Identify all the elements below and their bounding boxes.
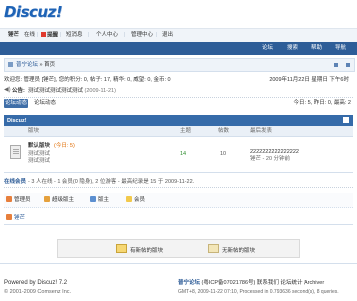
alert-icon bbox=[41, 32, 46, 37]
last-post-author[interactable]: 锤芒 - 20 分钟前 bbox=[250, 156, 290, 163]
user-group-legend: 管理员 超级版主 版主 会员 bbox=[4, 193, 353, 208]
announcement-link[interactable]: 测试测试测试测试测试 bbox=[28, 88, 83, 94]
site-name-link[interactable]: 普宁论坛 bbox=[178, 280, 200, 286]
legend-new-posts: 有新帖的版块 bbox=[130, 248, 164, 254]
contact-link[interactable]: 联系我们 bbox=[257, 280, 279, 286]
stats-link[interactable]: 论坛统计 bbox=[280, 280, 302, 286]
col-posts: 帖数 bbox=[218, 128, 230, 134]
new-posts-folder-icon bbox=[116, 244, 127, 253]
forum-category-header: Discuz! bbox=[4, 115, 353, 126]
welcome-text: 欢迎您: 管理员 [锤芒], 您的积分: 0, 帖子: 17, 精华: 0, 威… bbox=[4, 77, 171, 83]
legend-no-new-posts: 无新帖的版块 bbox=[222, 248, 256, 254]
home-icon[interactable] bbox=[8, 62, 13, 67]
collapse-icon[interactable] bbox=[343, 117, 349, 123]
breadcrumb-current: 首页 bbox=[44, 61, 56, 68]
main-nav: 论坛 搜索 帮助 导航 bbox=[0, 42, 357, 55]
nav-forum[interactable]: 论坛 bbox=[262, 45, 273, 52]
admin-icon bbox=[6, 214, 12, 220]
moderator-icon bbox=[90, 196, 96, 202]
forum-activity-link[interactable]: 论坛动态 bbox=[34, 100, 56, 107]
category-title[interactable]: Discuz! bbox=[7, 118, 27, 125]
announcement-bar: ◀) 公告: 测试测试测试测试测试 (2009-11-21) bbox=[4, 86, 353, 98]
powered-by[interactable]: Powered by Discuz! 7.2 bbox=[4, 280, 67, 287]
divider: | bbox=[88, 32, 90, 38]
online-summary: - 3 人在线 - 1 会员(0 隐身), 2 位游客 - 最高纪录是 15 于… bbox=[28, 179, 195, 185]
divider: | bbox=[60, 32, 62, 38]
group-member: 会员 bbox=[126, 196, 145, 204]
breadcrumb: 普宁论坛 » 首页 bbox=[4, 58, 355, 72]
user-center-link[interactable]: 个人中心 bbox=[96, 32, 118, 39]
table-header-row: 版块 主题 帖数 最后发表 bbox=[4, 126, 353, 137]
sms-link[interactable]: 短消息 bbox=[66, 32, 83, 39]
online-status[interactable]: 在线 bbox=[24, 32, 35, 39]
discuz-logo[interactable]: Discuz! bbox=[4, 3, 63, 21]
col-forum: 版块 bbox=[28, 128, 40, 134]
divider: | bbox=[37, 32, 39, 38]
copyright: © 2001-2009 Comsenz Inc. bbox=[4, 289, 72, 295]
current-datetime: 2009年11月22日 星期日 下午6时 bbox=[269, 77, 349, 83]
group-super-mod: 超级版主 bbox=[44, 196, 74, 204]
divider: | bbox=[124, 32, 126, 38]
col-topics: 主题 bbox=[180, 128, 192, 134]
forum-status-icon bbox=[10, 145, 21, 159]
online-title[interactable]: 在线会员 bbox=[4, 179, 26, 186]
alert-link[interactable]: 提醒 bbox=[41, 32, 58, 39]
last-post-title[interactable]: 2222222222222222 bbox=[250, 149, 299, 156]
table-row: 默认版块 (今日: 5) 测试测试 测试测试 14 10 22222222222… bbox=[4, 137, 353, 173]
forum-desc: 测试测试 bbox=[28, 158, 51, 164]
online-members-header: 在线会员 - 3 人在线 - 1 会员(0 隐身), 2 位游客 - 最高纪录是… bbox=[4, 177, 353, 188]
member-icon bbox=[126, 196, 132, 202]
forum-today-count: (今日: 5) bbox=[54, 143, 75, 149]
no-new-posts-folder-icon bbox=[208, 244, 219, 253]
nav-help[interactable]: 帮助 bbox=[311, 45, 322, 52]
breadcrumb-forum[interactable]: 普宁论坛 bbox=[16, 62, 38, 68]
nav-search[interactable]: 搜索 bbox=[287, 45, 298, 52]
forum-desc: 测试测试 bbox=[28, 151, 51, 157]
icp-link[interactable]: (粤ICP备07021786号) bbox=[202, 280, 256, 286]
admin-icon bbox=[6, 196, 12, 202]
username-link[interactable]: 锤芒 bbox=[8, 32, 19, 39]
server-info: GMT+8, 2009-11-22 07:10, Processed in 0.… bbox=[178, 289, 339, 295]
new-post-button[interactable]: 论坛动态 bbox=[4, 99, 28, 108]
forum-name-link[interactable]: 默认版块 bbox=[28, 143, 50, 150]
speaker-icon: ◀) bbox=[4, 87, 11, 93]
group-mod: 版主 bbox=[90, 196, 109, 204]
today-stats: 今日: 5, 昨日: 0, 最高: 2 bbox=[293, 100, 351, 106]
announcement-label: 公告: bbox=[12, 88, 25, 94]
col-lastpost: 最后发表 bbox=[250, 128, 273, 134]
online-user-list: 锤芒 bbox=[4, 210, 353, 225]
logout-link[interactable]: 退出 bbox=[162, 32, 173, 39]
breadcrumb-sep: » bbox=[39, 61, 43, 68]
list-item[interactable]: 锤芒 bbox=[6, 214, 25, 222]
topics-count: 14 bbox=[180, 151, 187, 157]
admin-center-link[interactable]: 管理中心 bbox=[131, 32, 153, 39]
layout-icon[interactable] bbox=[346, 63, 350, 67]
user-bar: 锤芒 在线 | 提醒 | 短消息 | 个人中心 | 管理中心 | 退出 bbox=[0, 28, 357, 43]
announcement-date: (2009-11-21) bbox=[84, 88, 116, 94]
nav-navigation[interactable]: 导航 bbox=[335, 45, 346, 52]
divider: | bbox=[156, 32, 158, 38]
forum-icon-legend: 有新帖的版块 无新帖的版块 bbox=[57, 239, 300, 258]
archiver-link[interactable]: Archiver bbox=[304, 280, 324, 286]
group-admin: 管理员 bbox=[6, 196, 31, 204]
layout-icon[interactable] bbox=[334, 63, 338, 67]
posts-count: 10 bbox=[220, 151, 227, 157]
footer: Powered by Discuz! 7.2 © 2001-2009 Comse… bbox=[0, 263, 357, 301]
super-moderator-icon bbox=[44, 196, 50, 202]
